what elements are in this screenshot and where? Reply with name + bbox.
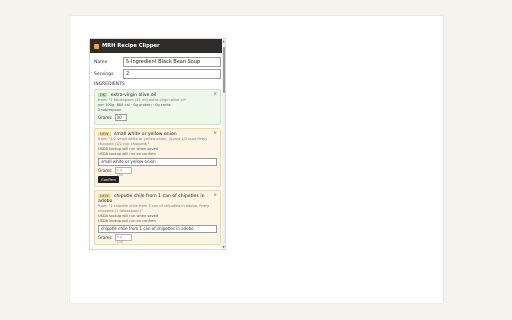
grams-input[interactable]: e.g. 200 [114, 167, 132, 177]
ingredients-heading: INGREDIENTS [94, 82, 125, 87]
ingredient-card: × OK extra-virgin olive oil from: "1 tab… [94, 89, 221, 125]
ingredient-search-input[interactable]: chipotle chile from 1 can of chipotles i… [98, 225, 217, 233]
scroll-up-icon[interactable]: ▲ [222, 39, 225, 43]
app-logo-icon [94, 43, 99, 49]
grams-row: Grams: e.g. 200 [98, 234, 217, 244]
grams-label: Grams: [98, 168, 113, 173]
remove-ingredient-icon[interactable]: × [213, 92, 217, 97]
remove-ingredient-icon[interactable]: × [213, 193, 217, 198]
app-title: MRH Recipe Clipper [102, 43, 160, 49]
confirm-button[interactable]: Confirm [98, 176, 119, 183]
scrollbar[interactable]: ▲ ▼ [222, 39, 225, 249]
status-badge: NEW [98, 194, 111, 198]
name-input[interactable]: 5-Ingredient Black Bean Soup [123, 57, 221, 67]
grams-label: Grams: [98, 235, 113, 240]
grams-row: Grams: e.g. 200 [98, 167, 217, 177]
servings-row: Servings 2 [94, 69, 221, 79]
scroll-down-icon[interactable]: ▼ [222, 245, 225, 249]
ingredient-card: × NEW chipotle chile from 1 can of chipo… [94, 190, 221, 245]
extension-popup: MRH Recipe Clipper ▲ ▼ Name 5-Ingredient… [89, 38, 226, 250]
remove-ingredient-icon[interactable]: × [213, 131, 217, 136]
grams-input[interactable]: 30 [114, 114, 127, 121]
grams-input[interactable]: e.g. 200 [114, 234, 132, 244]
grams-label: Grams: [98, 115, 113, 120]
ingredient-title: chipotle chile from 1 can of chipotles i… [98, 194, 205, 204]
popup-header: MRH Recipe Clipper [90, 39, 225, 53]
grams-row: Grams: 30 [98, 114, 217, 121]
ingredient-card: × NEW small white or yellow onion from: … [94, 128, 221, 187]
status-badge: NEW [98, 132, 111, 136]
usda-status-confirm: USDA lookup will run on confirm [98, 152, 156, 156]
popup-content: Name 5-Ingredient Black Bean Soup Servin… [90, 53, 225, 245]
scroll-thumb[interactable] [222, 47, 225, 93]
ingredient-search-input[interactable]: small white or yellow onion [98, 158, 217, 166]
ingredient-source: from: "1/2 small white or yellow onion, … [98, 137, 208, 146]
servings-input[interactable]: 2 [123, 69, 221, 79]
ingredient-source: from: "1 chipotle chile from 1 can of ch… [98, 204, 210, 213]
name-label: Name [94, 59, 108, 65]
quantity-text: 2 tablespoon [98, 108, 122, 112]
status-badge: OK [98, 93, 108, 97]
usda-status-confirm: USDA lookup will run on confirm [98, 219, 156, 223]
name-row: Name 5-Ingredient Black Bean Soup [94, 57, 221, 67]
servings-label: Servings [94, 71, 114, 77]
